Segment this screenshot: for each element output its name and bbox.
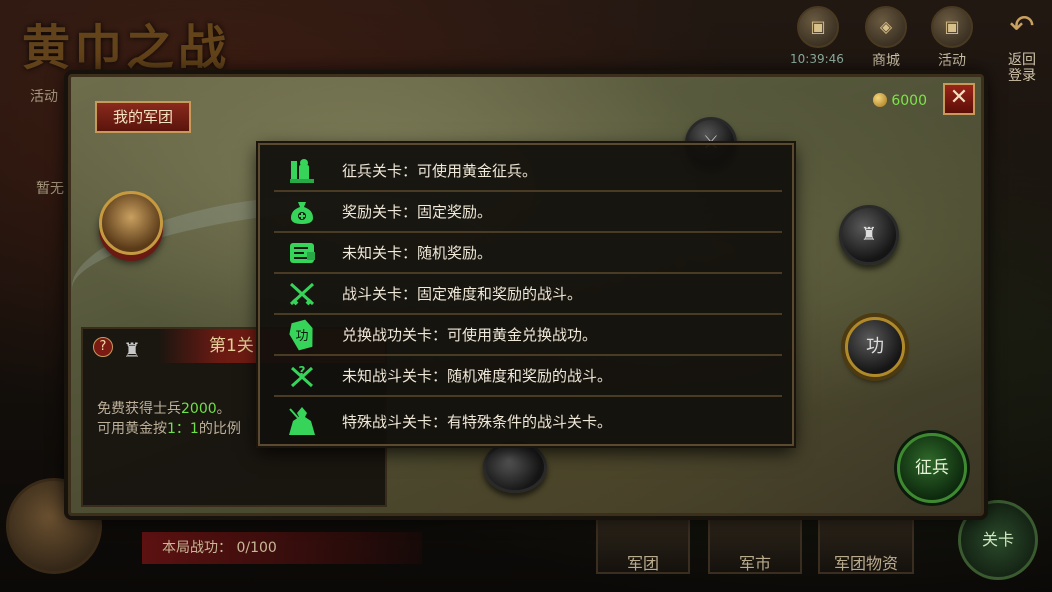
svg-text:功: 功 <box>295 329 308 344</box>
back-arrow-icon: ↶ <box>1009 9 1035 44</box>
recruit-soldier-icon: ♜ <box>123 338 141 362</box>
desc-line2-suffix: 的比例 <box>198 421 241 437</box>
legend-label: 奖励关卡：固定奖励。 <box>342 203 493 221</box>
score-label: 本局战功： <box>162 540 232 556</box>
legend-label: 征兵关卡：可使用黄金征兵。 <box>342 162 538 180</box>
score-value: 0/100 <box>236 540 277 556</box>
merit-token-icon: 功 <box>284 319 320 351</box>
clock-text: 10:39:46 <box>790 52 844 66</box>
legend-row-unknown-battle: ? 未知战斗关卡：随机难度和奖励的战斗。 <box>274 356 782 397</box>
shop-label: 商城 <box>872 53 900 69</box>
legend-label: 兑换战功关卡：可使用黄金兑换战功。 <box>342 326 598 344</box>
event-title: 黄巾之战 <box>22 20 231 76</box>
legend-label: 战斗关卡：固定难度和奖励的战斗。 <box>342 285 583 303</box>
legend-row-battle: 战斗关卡：固定难度和奖励的战斗。 <box>274 274 782 315</box>
tab-army[interactable]: 军团 <box>596 518 690 574</box>
crossed-swords-icon <box>284 278 320 310</box>
help-icon[interactable]: ? <box>93 337 113 357</box>
shop-button[interactable]: ◈ 商城 <box>856 6 916 70</box>
unknown-swords-icon: ? <box>284 360 320 392</box>
svg-text:?: ? <box>299 364 306 378</box>
legend-label: 未知关卡：随机奖励。 <box>342 244 493 262</box>
calendar-icon: ▣ <box>797 6 839 48</box>
hero-portrait[interactable] <box>99 191 163 255</box>
map-node-merit[interactable]: 功 <box>845 317 905 377</box>
legend-label: 未知战斗关卡：随机难度和奖励的战斗。 <box>342 367 613 385</box>
legend-label: 特殊战斗关卡：有特殊条件的战斗关卡。 <box>342 412 613 431</box>
score-bar: 本局战功： 0/100 <box>142 532 422 564</box>
legend-row-special: 特殊战斗关卡：有特殊条件的战斗关卡。 <box>274 397 782 445</box>
gold-amount: 6000 <box>891 93 927 109</box>
legend-row-unknown: 未知关卡：随机奖励。 <box>274 233 782 274</box>
recruit-button[interactable]: 征兵 <box>897 433 967 503</box>
events-icon: ▣ <box>931 6 973 48</box>
side-partial-label: 暂无 <box>36 181 64 197</box>
recruit-icon <box>284 155 320 187</box>
close-button[interactable]: ✕ <box>943 83 975 115</box>
desc-line2-prefix: 可用黄金按 <box>97 421 167 437</box>
map-node-current[interactable] <box>483 441 547 493</box>
unknown-scroll-icon <box>284 237 320 269</box>
my-army-button[interactable]: 我的军团 <box>95 101 191 133</box>
legend-row-recruit: 征兵关卡：可使用黄金征兵。 <box>274 151 782 192</box>
events-button[interactable]: ▣ 活动 <box>922 6 982 70</box>
stage-title: 第1关 <box>209 336 254 356</box>
legend-row-reward: 奖励关卡：固定奖励。 <box>274 192 782 233</box>
shop-icon: ◈ <box>865 6 907 48</box>
gold-coin-icon <box>873 93 888 107</box>
desc-line1-suffix: 。 <box>216 401 231 417</box>
back-login-label: 返回 登录 <box>1008 52 1036 84</box>
tab-market[interactable]: 军市 <box>708 518 802 574</box>
calendar-button[interactable]: ▣ <box>788 6 848 50</box>
events-label: 活动 <box>938 53 966 69</box>
money-bag-icon <box>284 196 320 228</box>
special-warrior-icon <box>284 405 320 437</box>
stage-legend-popup: 征兵关卡：可使用黄金征兵。 奖励关卡：固定奖励。 未知关卡：随机奖励。 战斗关卡… <box>258 143 794 446</box>
desc-ratio: 1：1 <box>167 421 199 437</box>
desc-soldier-count: 2000 <box>181 401 217 417</box>
map-node-recruit[interactable]: ♜ <box>839 205 899 265</box>
desc-line1-prefix: 免费获得士兵 <box>97 401 181 417</box>
tab-supplies[interactable]: 军团物资 <box>818 518 914 574</box>
side-events-label: 活动 <box>30 89 58 105</box>
gold-display: 6000 <box>873 93 927 109</box>
back-login-button[interactable]: ↶ 返回 登录 <box>992 8 1052 84</box>
legend-row-merit: 功 兑换战功关卡：可使用黄金兑换战功。 <box>274 315 782 356</box>
